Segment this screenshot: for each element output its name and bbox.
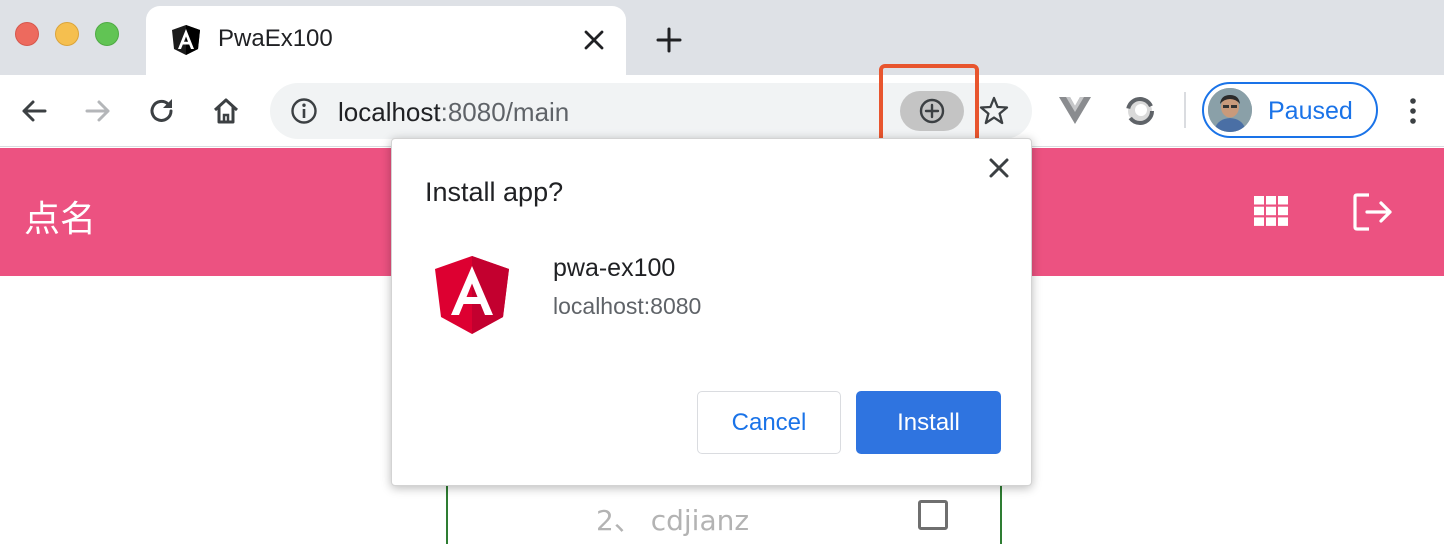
- app-name: pwa-ex100: [553, 254, 676, 282]
- apps-grid-icon[interactable]: [1254, 196, 1288, 226]
- install-button[interactable]: Install: [856, 391, 1001, 454]
- tab-strip: PwaEx100: [0, 0, 1444, 75]
- close-icon[interactable]: [988, 157, 1010, 179]
- info-icon[interactable]: [290, 97, 318, 125]
- tab-pwaex100[interactable]: PwaEx100: [146, 6, 626, 75]
- url-path: :8080/main: [440, 97, 570, 127]
- back-icon[interactable]: [18, 95, 50, 127]
- attendance-checkbox[interactable]: [918, 500, 948, 530]
- avatar: [1208, 88, 1252, 132]
- profile-button[interactable]: Paused: [1202, 82, 1378, 138]
- cancel-button[interactable]: Cancel: [697, 391, 841, 454]
- dialog-title: Install app?: [425, 177, 564, 207]
- extension-ring-icon[interactable]: [1124, 95, 1156, 127]
- new-tab-icon[interactable]: [655, 26, 683, 54]
- more-vert-icon[interactable]: [1400, 96, 1426, 126]
- app-origin: localhost:8080: [553, 293, 702, 319]
- profile-status-label: Paused: [1268, 97, 1353, 125]
- install-button-highlight: [879, 64, 979, 149]
- minimize-window-button[interactable]: [55, 22, 79, 46]
- tab-title: PwaEx100: [218, 25, 333, 52]
- close-icon[interactable]: [582, 28, 606, 52]
- list-item: 2、 cdjianz: [446, 481, 1002, 544]
- angular-icon: [435, 256, 509, 334]
- angular-icon: [172, 25, 200, 55]
- vue-devtools-extension-icon[interactable]: [1058, 93, 1092, 127]
- toolbar-divider: [1184, 92, 1186, 128]
- bookmark-star-icon[interactable]: [978, 95, 1010, 127]
- url-text[interactable]: localhost:8080/main: [338, 97, 569, 128]
- url-host: localhost: [338, 97, 441, 127]
- close-window-button[interactable]: [15, 22, 39, 46]
- reload-icon[interactable]: [146, 95, 178, 127]
- list-item-text: 2、 cdjianz: [596, 504, 750, 537]
- forward-icon[interactable]: [82, 95, 114, 127]
- install-app-dialog: Install app? pwa-ex100 localhost:8080 Ca…: [391, 138, 1032, 486]
- logout-icon[interactable]: [1352, 192, 1394, 232]
- app-title: 点名: [24, 199, 97, 240]
- home-icon[interactable]: [210, 95, 242, 127]
- zoom-window-button[interactable]: [95, 22, 119, 46]
